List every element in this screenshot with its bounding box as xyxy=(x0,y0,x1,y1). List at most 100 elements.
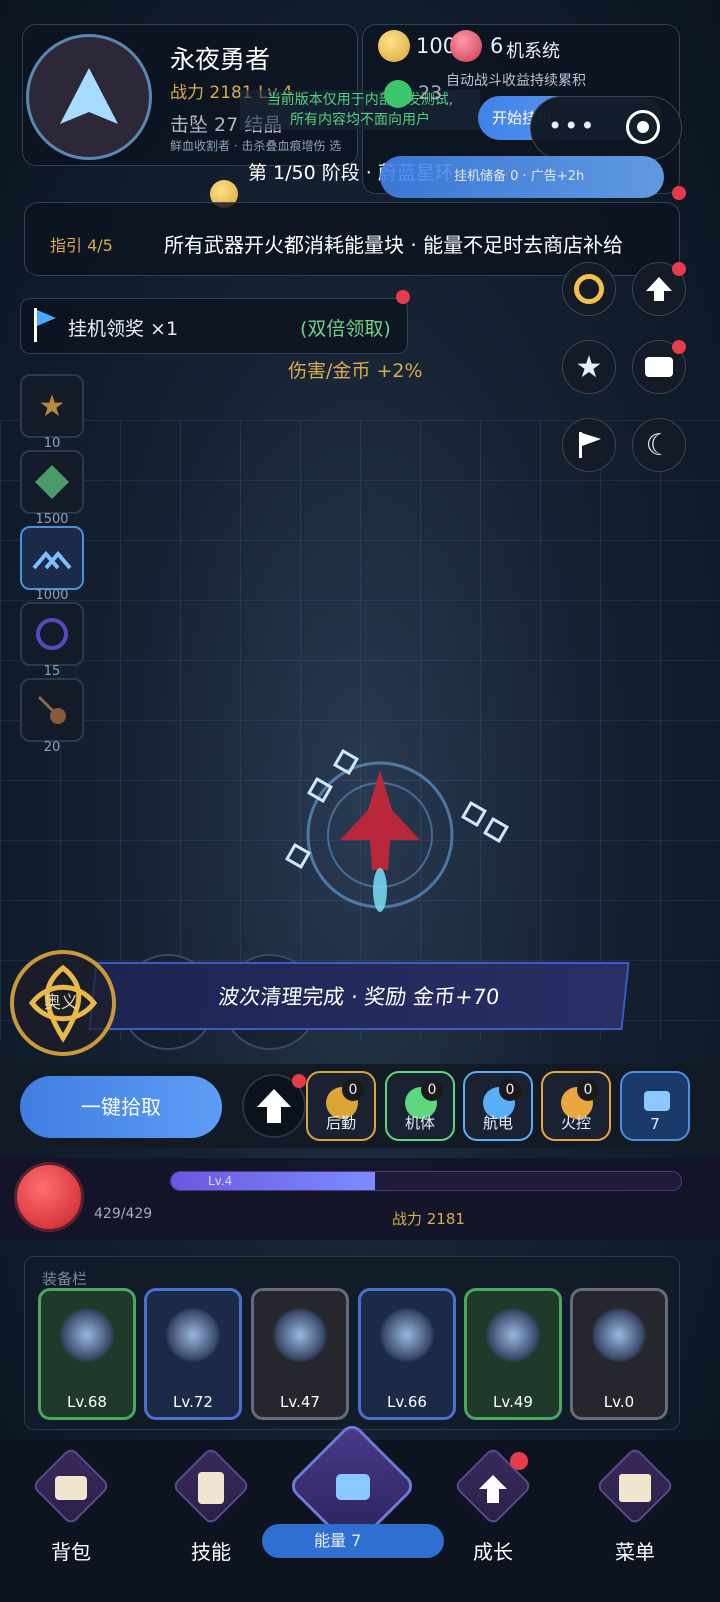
idle-reward-label: 挂机领奖 ×1 xyxy=(68,318,179,340)
resource-slot[interactable]: 0 后勤 xyxy=(306,1071,376,1141)
resource-count: 0 xyxy=(342,1079,364,1101)
xp-bar xyxy=(170,1171,682,1191)
star-button[interactable]: ★ xyxy=(562,340,616,394)
side-item-meteor[interactable] xyxy=(20,678,84,742)
battery-icon xyxy=(644,1091,670,1111)
green-orb-icon xyxy=(384,80,412,108)
resource-slot[interactable]: 0 机体 xyxy=(385,1071,455,1141)
more-icon[interactable]: ••• xyxy=(548,112,596,140)
gem-icon xyxy=(450,30,482,62)
upgrade-round-dot xyxy=(292,1074,306,1088)
target-icon xyxy=(574,274,604,304)
notify-dot xyxy=(672,186,686,200)
side-count: 15 xyxy=(43,664,61,679)
side-count: 1500 xyxy=(35,512,69,527)
star-icon: ★ xyxy=(575,349,603,385)
idle-desc: 自动战斗收益持续累积 xyxy=(446,73,586,89)
side-item-chevron[interactable] xyxy=(20,526,84,590)
flag-icon xyxy=(32,306,58,348)
equipment-slot[interactable]: Lv.49 xyxy=(464,1288,562,1420)
card-icon xyxy=(645,357,673,377)
xp-fill xyxy=(171,1172,375,1190)
reward-dot xyxy=(396,290,410,304)
dev-note: 当前版本仅用于内部开发测试, 所有内容均不面向用户 xyxy=(240,90,480,130)
growth-dot xyxy=(510,1452,528,1470)
equipment-slot[interactable]: Lv.72 xyxy=(144,1288,242,1420)
avatar[interactable] xyxy=(26,34,152,160)
battle-grid xyxy=(0,420,720,1040)
resource-label: 后勤 xyxy=(325,1114,356,1132)
double-chevron-icon xyxy=(32,550,72,570)
upgrade-dot xyxy=(672,262,686,276)
system-label: 机系统 xyxy=(506,41,560,62)
nav-bag-label: 背包 xyxy=(51,1540,91,1564)
diamond-icon xyxy=(35,465,69,499)
equipment-level: Lv.68 xyxy=(67,1393,107,1411)
equipment-level: Lv.49 xyxy=(493,1393,533,1411)
equipment-slot[interactable]: Lv.68 xyxy=(38,1288,136,1420)
close-target-icon[interactable] xyxy=(626,110,660,144)
hp-orb xyxy=(14,1162,84,1232)
side-item-diamond[interactable] xyxy=(20,450,84,514)
moon-button[interactable]: ☾ xyxy=(632,418,686,472)
flag-button[interactable] xyxy=(562,418,616,472)
arrow-up-icon xyxy=(257,1089,291,1123)
resource-label: 机体 xyxy=(404,1114,435,1132)
equipment-level: Lv.0 xyxy=(603,1393,635,1411)
ultimate-label: 奥义 xyxy=(44,993,78,1013)
nav-menu-label: 菜单 xyxy=(615,1540,655,1564)
equipment-slot[interactable]: Lv.47 xyxy=(251,1288,349,1420)
flag-white-icon xyxy=(579,432,601,458)
player-title: 鲜血收割者 · 击杀叠血痕增伤 选 xyxy=(170,139,342,153)
player-ship xyxy=(270,740,510,940)
bag-icon xyxy=(55,1476,87,1500)
ship-arrow-icon xyxy=(60,68,118,124)
scroll-icon xyxy=(198,1472,224,1504)
player-name: 永夜勇者 xyxy=(170,45,271,74)
book-icon xyxy=(619,1474,651,1502)
pickup-all-button[interactable]: 一键拾取 xyxy=(20,1076,222,1138)
resource-count: 0 xyxy=(577,1079,599,1101)
status-power: 战力 2181 xyxy=(392,1210,465,1228)
resource-slot[interactable]: 0 航电 xyxy=(463,1071,533,1141)
equipment-item-icon xyxy=(165,1307,221,1363)
green-count: 23 xyxy=(418,82,443,104)
meteor-icon xyxy=(37,695,66,724)
moon-icon: ☾ xyxy=(645,427,673,463)
equipment-slot[interactable]: Lv.0 xyxy=(570,1288,668,1420)
idle-reserve[interactable]: 挂机储备 0 · 广告+2h xyxy=(380,156,664,198)
side-item-star[interactable]: ★ xyxy=(20,374,84,438)
resource-label: 火控 xyxy=(560,1114,591,1132)
energy-count: 7 xyxy=(650,1115,660,1133)
guide-text: 所有武器开火都消耗能量块 · 能量不足时去商店补给 xyxy=(164,233,624,257)
side-item-ring[interactable] xyxy=(20,602,84,666)
ring-icon xyxy=(36,618,68,650)
gem-count: 6 xyxy=(490,34,504,58)
energy-slot[interactable]: 7 xyxy=(620,1071,690,1141)
equipment-item-icon xyxy=(272,1307,328,1363)
equipment-item-icon xyxy=(59,1307,115,1363)
nav-bag[interactable]: 背包 xyxy=(31,1446,111,1565)
equipment-slot[interactable]: Lv.66 xyxy=(358,1288,456,1420)
equipment-level: Lv.72 xyxy=(173,1393,213,1411)
growth-arrow-icon xyxy=(478,1474,508,1508)
coin-icon xyxy=(378,30,410,62)
double-claim-button[interactable]: (双倍领取) xyxy=(300,314,391,341)
side-count: 1000 xyxy=(35,588,69,603)
equipment-item-icon xyxy=(485,1307,541,1363)
resource-slot[interactable]: 0 火控 xyxy=(541,1071,611,1141)
equipment-level: Lv.66 xyxy=(387,1393,427,1411)
nav-energy-label[interactable]: 能量 7 xyxy=(262,1524,444,1558)
wave-banner: 波次清理完成 · 奖励 金币+70 xyxy=(88,962,630,1030)
side-count: 10 xyxy=(43,436,61,451)
resource-count: 0 xyxy=(421,1079,443,1101)
card-dot xyxy=(672,340,686,354)
xp-level: Lv.4 xyxy=(208,1174,233,1188)
target-button[interactable] xyxy=(562,262,616,316)
equipment-level: Lv.47 xyxy=(280,1393,320,1411)
damage-bonus: 伤害/金币 +2% xyxy=(288,360,423,382)
hp-value: 429/429 xyxy=(94,1206,153,1222)
side-count: 20 xyxy=(43,740,61,755)
nav-skill-label: 技能 xyxy=(191,1540,231,1564)
resource-label: 航电 xyxy=(482,1114,513,1132)
